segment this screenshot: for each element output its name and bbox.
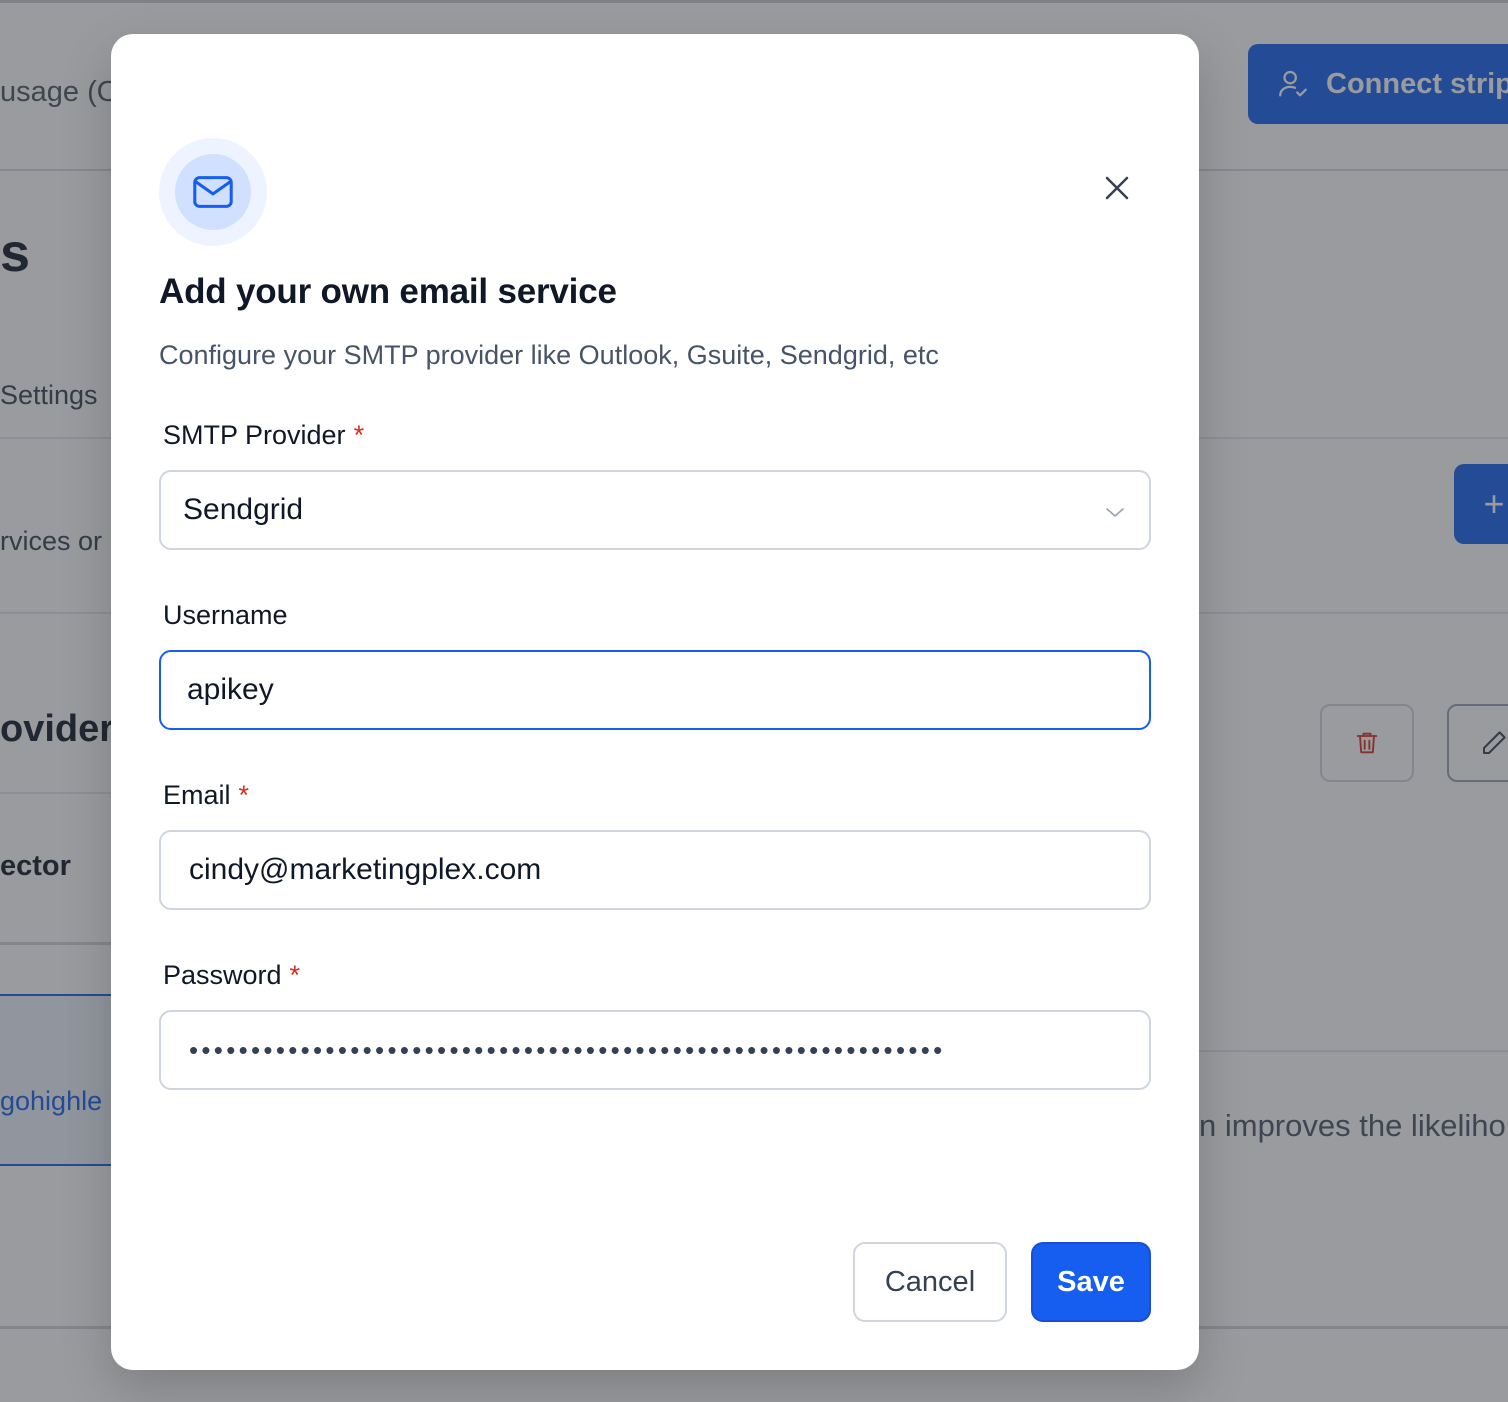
close-button[interactable] <box>1093 164 1141 212</box>
modal-subtitle: Configure your SMTP provider like Outloo… <box>159 340 939 370</box>
required-mark: * <box>353 420 365 450</box>
smtp-provider-value: Sendgrid <box>183 493 304 526</box>
email-input[interactable]: cindy@marketingplex.com <box>159 830 1151 910</box>
smtp-provider-select[interactable]: Sendgrid <box>159 470 1151 550</box>
username-value: apikey <box>187 673 274 706</box>
smtp-provider-label-text: SMTP Provider <box>163 420 346 450</box>
chevron-down-icon <box>1106 508 1124 517</box>
cancel-button[interactable]: Cancel <box>853 1242 1007 1322</box>
email-label-text: Email <box>163 780 231 810</box>
username-label: Username <box>163 600 288 631</box>
password-input[interactable]: ••••••••••••••••••••••••••••••••••••••••… <box>159 1010 1151 1090</box>
mail-icon <box>193 176 233 208</box>
cancel-button-label: Cancel <box>884 1265 976 1298</box>
email-service-modal: Add your own email service Configure you… <box>111 34 1199 1370</box>
modal-icon-badge <box>159 138 267 246</box>
required-mark: * <box>289 960 301 990</box>
password-label-text: Password <box>163 960 282 990</box>
close-icon <box>1105 176 1129 200</box>
smtp-provider-label: SMTP Provider * <box>163 420 364 451</box>
username-input[interactable]: apikey <box>159 650 1151 730</box>
save-button[interactable]: Save <box>1031 1242 1151 1322</box>
password-value: ••••••••••••••••••••••••••••••••••••••••… <box>189 1034 946 1065</box>
required-mark: * <box>238 780 250 810</box>
email-label: Email * <box>163 780 249 811</box>
modal-title: Add your own email service <box>159 272 617 311</box>
modal-icon-inner <box>175 154 251 230</box>
username-label-text: Username <box>163 600 288 630</box>
password-label: Password * <box>163 960 300 991</box>
email-value: cindy@marketingplex.com <box>189 853 542 886</box>
save-button-label: Save <box>1057 1265 1125 1298</box>
